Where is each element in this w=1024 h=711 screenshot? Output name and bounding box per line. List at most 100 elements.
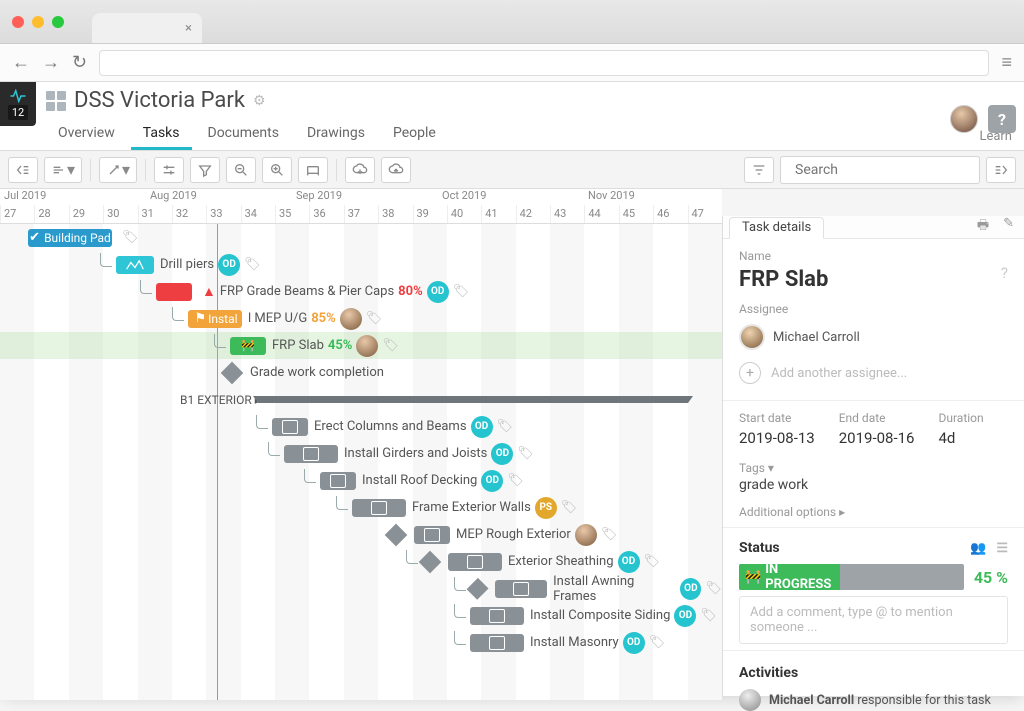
assignee-avatar-chip[interactable] (575, 524, 597, 546)
zoom-out-button[interactable] (226, 157, 256, 183)
maximize-window[interactable] (52, 16, 64, 28)
url-bar[interactable] (99, 50, 989, 76)
assign-status-icon[interactable]: 👥 (970, 541, 986, 556)
zoom-in-button[interactable] (262, 157, 292, 183)
task-bar[interactable] (156, 283, 192, 301)
duration-value[interactable]: 4d (938, 429, 983, 447)
gantt-task-row[interactable]: ✔ Building Pad🏷 (0, 224, 722, 251)
assignee-chip[interactable]: OD (623, 632, 645, 654)
tab-overview[interactable]: Overview (46, 117, 127, 150)
gantt-task-row[interactable]: Exterior SheathingOD🏷 (0, 548, 722, 575)
task-bar[interactable]: ⚑ Instal (188, 310, 242, 328)
tag-icon[interactable]: 🏷 (122, 230, 139, 245)
assignee-chip[interactable]: OD (218, 254, 240, 276)
assignee-chip[interactable]: PS (535, 497, 557, 519)
gantt-task-row[interactable]: ▲FRP Grade Beams & Pier Caps 80%OD🏷 (0, 278, 722, 305)
project-icon[interactable] (46, 91, 66, 111)
additional-options[interactable]: Additional options ▸ (723, 501, 1024, 527)
tag-icon[interactable]: 🏷 (497, 419, 514, 434)
assignee-chip[interactable]: OD (674, 605, 696, 627)
tag-icon[interactable]: 🏷 (561, 500, 578, 515)
tab-documents[interactable]: Documents (196, 117, 291, 150)
forward-button[interactable]: → (42, 52, 60, 73)
search-input[interactable] (795, 162, 973, 178)
assignee-row[interactable]: Michael Carroll (739, 320, 1008, 354)
task-bar[interactable] (116, 256, 154, 274)
end-date-value[interactable]: 2019-08-16 (839, 429, 915, 447)
tag-icon[interactable]: 🏷 (649, 635, 666, 650)
tag-icon[interactable]: 🏷 (700, 608, 717, 623)
task-bar[interactable]: 🚧 (230, 337, 266, 355)
add-assignee-button[interactable]: + Add another assignee... (739, 358, 1008, 394)
tag-icon[interactable]: 🏷 (644, 554, 661, 569)
gantt-task-row[interactable]: Drill piersOD🏷 (0, 251, 722, 278)
gantt-task-row[interactable]: Install MasonryOD🏷 (0, 629, 722, 656)
activity-pulse-tab[interactable]: 12 (0, 82, 36, 126)
task-bar[interactable] (470, 634, 524, 652)
task-bar[interactable] (284, 445, 338, 463)
tool-dropdown-button[interactable]: ▾ (99, 157, 137, 183)
status-settings-icon[interactable]: ☰ (996, 541, 1008, 556)
task-bar[interactable] (352, 499, 406, 517)
task-group-label[interactable]: B1 EXTERIOR ▸ (180, 393, 261, 407)
edit-icon[interactable]: ✎ (1003, 216, 1014, 238)
gantt-task-row[interactable]: Frame Exterior WallsPS🏷 (0, 494, 722, 521)
gantt-task-row[interactable]: 🚧FRP Slab 45%🏷 (0, 332, 722, 359)
search-box[interactable] (780, 156, 980, 184)
expand-side-panel-button[interactable] (986, 157, 1016, 183)
close-window[interactable] (12, 16, 24, 28)
tag-icon[interactable]: 🏷 (705, 581, 722, 596)
tag-icon[interactable]: 🏷 (244, 257, 261, 272)
sliders-button[interactable] (154, 157, 184, 183)
gantt-task-row[interactable]: MEP Rough Exterior🏷 (0, 521, 722, 548)
tab-people[interactable]: People (381, 117, 448, 150)
browser-tab[interactable]: × (92, 13, 202, 43)
tag-icon[interactable]: 🏷 (507, 473, 524, 488)
assignee-chip[interactable]: OD (680, 578, 701, 600)
gantt-task-row[interactable]: Erect Columns and BeamsOD🏷 (0, 413, 722, 440)
assignee-avatar-chip[interactable] (356, 335, 378, 357)
tag-icon[interactable]: 🏷 (366, 311, 383, 326)
task-bar[interactable] (495, 580, 547, 598)
task-bar[interactable] (272, 418, 308, 436)
tags-row[interactable]: Tags ▾ grade work (723, 457, 1024, 501)
comment-input[interactable]: Add a comment, type @ to mention someone… (739, 596, 1008, 644)
filter-button[interactable] (190, 157, 220, 183)
gantt-task-row[interactable]: ⚑ Install MEP U/G 85%🏷 (0, 305, 722, 332)
assignee-chip[interactable]: OD (427, 281, 449, 303)
assignee-help-icon[interactable]: ? (1001, 264, 1008, 282)
gantt-task-row[interactable]: Install Composite SidingOD🏷 (0, 602, 722, 629)
gantt-task-row[interactable]: Grade work completion (0, 359, 722, 386)
collapse-panel-button[interactable] (8, 157, 38, 183)
cloud-upload-button[interactable] (381, 157, 411, 183)
gantt-task-row[interactable]: B1 EXTERIOR ▸ (0, 386, 722, 413)
tab-task-details[interactable]: Task details (729, 217, 824, 239)
tab-drawings[interactable]: Drawings (295, 117, 377, 150)
fit-button[interactable] (298, 157, 328, 183)
view-mode-button[interactable]: ▾ (44, 157, 82, 183)
assignee-chip[interactable]: OD (481, 470, 503, 492)
reload-button[interactable]: ↻ (72, 52, 87, 73)
project-settings-icon[interactable]: ⚙ (253, 93, 266, 109)
minimize-window[interactable] (32, 16, 44, 28)
task-bar[interactable] (470, 607, 524, 625)
learn-link[interactable]: Learn (979, 129, 1012, 144)
browser-menu-icon[interactable]: ≡ (1001, 52, 1012, 73)
close-tab-icon[interactable]: × (185, 21, 192, 36)
tag-icon[interactable]: 🏷 (517, 446, 534, 461)
gantt-chart[interactable]: ✔ Building Pad🏷Drill piersOD🏷▲FRP Grade … (0, 224, 722, 700)
start-date-value[interactable]: 2019-08-13 (739, 429, 815, 447)
tag-icon[interactable]: 🏷 (601, 527, 618, 542)
status-progress-bar[interactable]: 🚧 IN PROGRESS (739, 564, 964, 590)
print-icon[interactable]: 🖶 (977, 216, 989, 238)
assignee-chip[interactable]: OD (618, 551, 640, 573)
cloud-download-button[interactable] (345, 157, 375, 183)
gantt-task-row[interactable]: Install Girders and JoistsOD🏷 (0, 440, 722, 467)
assignee-chip[interactable]: OD (491, 443, 513, 465)
task-bar[interactable] (320, 472, 356, 490)
gantt-task-row[interactable]: Install Roof DeckingOD🏷 (0, 467, 722, 494)
tab-tasks[interactable]: Tasks (131, 117, 192, 150)
current-user-avatar[interactable] (950, 105, 978, 133)
assignee-chip[interactable]: OD (471, 416, 493, 438)
tag-icon[interactable]: 🏷 (453, 284, 470, 299)
